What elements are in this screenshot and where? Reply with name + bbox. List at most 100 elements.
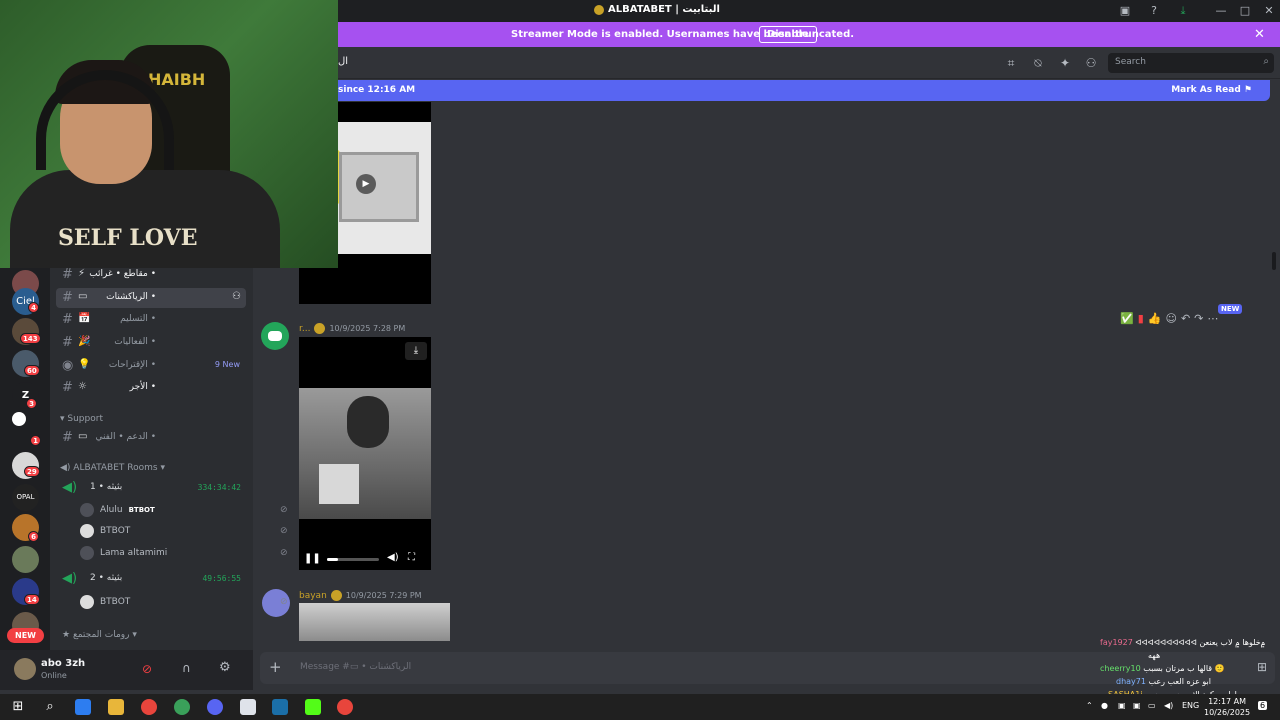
download-icon[interactable]: ⤓ bbox=[1176, 4, 1190, 18]
message-header: bayan 10/9/2025 7:29 PM bbox=[299, 590, 422, 601]
windows-start-icon[interactable]: ⊞ bbox=[10, 699, 26, 715]
new-servers-pill[interactable]: NEW bbox=[7, 628, 44, 643]
muted-icon: ⊘ bbox=[280, 505, 288, 515]
tray-chevron-icon[interactable]: ⌃ bbox=[1086, 701, 1093, 710]
person-image bbox=[347, 396, 389, 448]
tray-app-icon[interactable]: ▣ bbox=[1133, 701, 1141, 710]
video-frame bbox=[299, 388, 431, 519]
image-attachment[interactable] bbox=[299, 603, 450, 641]
video-progress[interactable] bbox=[327, 558, 379, 561]
channel-emoji-icon: 🎉 bbox=[78, 336, 91, 347]
more-icon[interactable]: ⋯ bbox=[1207, 312, 1218, 330]
category-rooms[interactable]: ◀) ALBATABET Rooms ▾ bbox=[60, 463, 165, 473]
steam-icon[interactable] bbox=[272, 699, 288, 715]
user-avatar bbox=[80, 524, 94, 538]
mark-as-read-button[interactable]: Mark As Read ⚑ bbox=[1171, 85, 1252, 95]
voice-user[interactable]: Lama altamimi bbox=[80, 546, 167, 560]
user-avatar[interactable] bbox=[14, 658, 36, 680]
app-icon[interactable] bbox=[240, 699, 256, 715]
fullscreen-icon[interactable]: ⛶ bbox=[408, 552, 415, 563]
stream-chat-overlay: fay1927 ᐊᐊᐊᐊᐊᐊᐊᐊᐊᐊ ۾خلوها ۾ لاب يعنعن هه… bbox=[1100, 636, 1275, 701]
channel-item[interactable]: # 🎉 الفعاليات • bbox=[56, 333, 246, 353]
kick-icon[interactable] bbox=[305, 699, 321, 715]
username[interactable]: abo 3zh bbox=[41, 658, 85, 669]
category-community[interactable]: ★ رومات المجتمع ▾ bbox=[62, 630, 137, 640]
play-icon[interactable]: ▶ bbox=[356, 174, 376, 194]
server-badge: 14 bbox=[24, 594, 40, 605]
channel-item[interactable]: ◉ 💡 الإقتراحات • 9 New bbox=[56, 356, 246, 376]
settings-icon[interactable]: ⚙ bbox=[219, 660, 231, 675]
category-support[interactable]: ▾ Support bbox=[60, 414, 103, 424]
file-explorer-icon[interactable] bbox=[108, 699, 124, 715]
search-input[interactable]: Search ⌕ bbox=[1108, 53, 1274, 73]
tray-mic-icon[interactable]: ● bbox=[1101, 701, 1108, 710]
reaction-icon[interactable]: ▮ bbox=[1138, 312, 1144, 330]
forward-icon[interactable]: ↷ bbox=[1194, 312, 1203, 330]
speaker-icon: ◀) bbox=[62, 571, 78, 586]
server-icon[interactable] bbox=[12, 546, 39, 573]
maximize-icon[interactable]: □ bbox=[1238, 4, 1252, 18]
check-reaction-icon[interactable]: ✅ bbox=[1120, 312, 1134, 330]
help-icon[interactable]: ? bbox=[1147, 4, 1161, 18]
search-icon[interactable]: ⌕ bbox=[42, 699, 58, 715]
channel-item[interactable]: # ⚡ مقاطع • غرائب • bbox=[56, 265, 246, 285]
new-since-label: since 12:16 AM bbox=[338, 85, 416, 95]
channel-item-selected[interactable]: # ▭ الرياكشنات • ⚇ bbox=[56, 288, 246, 308]
message-timestamp: 10/9/2025 7:28 PM bbox=[329, 324, 406, 333]
video-player[interactable]: ⤓ ❚❚ ◀) ⛶ bbox=[299, 337, 431, 570]
headphones-icon[interactable]: ∩ bbox=[182, 661, 191, 675]
close-banner-icon[interactable]: ✕ bbox=[1254, 27, 1265, 42]
voice-user[interactable]: BTBOT bbox=[80, 595, 130, 609]
close-window-icon[interactable]: ✕ bbox=[1262, 4, 1276, 18]
copilot-icon[interactable] bbox=[75, 699, 91, 715]
channel-name: الرياكشنات • bbox=[106, 292, 156, 302]
system-clock[interactable]: 12:17 AM 10/26/2025 bbox=[1204, 696, 1250, 718]
channel-emoji-icon: ☼ bbox=[78, 381, 87, 392]
discord-icon[interactable] bbox=[207, 699, 223, 715]
scrollbar-thumb[interactable] bbox=[1272, 252, 1276, 270]
tray-app-icon[interactable]: ▣ bbox=[1118, 701, 1126, 710]
discord-avatar[interactable] bbox=[261, 322, 289, 350]
taskbar: ⊞ ⌕ ⌃ ● ▣ ▣ ▭ ◀) ENG 12:17 AM 10/26/2025… bbox=[0, 694, 1280, 720]
tray-volume-icon[interactable]: ◀) bbox=[1164, 701, 1173, 710]
voice-user[interactable]: Alulu BTBOT bbox=[80, 503, 155, 517]
thumbs-up-icon[interactable]: 👍 bbox=[1148, 312, 1162, 330]
add-reaction-icon[interactable]: ☺ bbox=[1165, 312, 1176, 330]
notification-badge[interactable]: 6 bbox=[1258, 701, 1268, 710]
chrome-icon[interactable] bbox=[174, 699, 190, 715]
server-icon[interactable] bbox=[12, 412, 26, 426]
new-messages-bar[interactable]: since 12:16 AM Mark As Read ⚑ bbox=[330, 80, 1270, 101]
channel-item[interactable]: # 📅 التسليم • bbox=[56, 310, 246, 330]
reply-icon[interactable]: ↶ bbox=[1181, 312, 1190, 330]
voice-user[interactable]: BTBOT bbox=[80, 524, 130, 538]
add-member-icon[interactable]: ⚇ bbox=[232, 291, 241, 302]
server-icon[interactable]: OPAL bbox=[12, 484, 39, 511]
minimize-icon[interactable]: — bbox=[1214, 4, 1228, 18]
download-video-icon[interactable]: ⤓ bbox=[405, 342, 427, 360]
pause-icon[interactable]: ❚❚ bbox=[304, 553, 321, 564]
channel-title: ال bbox=[338, 56, 349, 67]
channel-item[interactable]: # ☼ الأجر • bbox=[56, 378, 246, 398]
chrome-icon[interactable] bbox=[141, 699, 157, 715]
message-author[interactable]: r... bbox=[299, 324, 310, 334]
channel-name: 2 • بثيثه bbox=[90, 573, 123, 583]
channel-name: الإقتراحات • bbox=[108, 360, 156, 370]
message-input[interactable]: Message #▭ • الرياكشنات bbox=[300, 662, 411, 672]
message-author[interactable]: bayan bbox=[299, 591, 327, 601]
notification-muted-icon[interactable]: ⍉ bbox=[1030, 56, 1046, 70]
threads-icon[interactable]: ⌗ bbox=[1003, 56, 1019, 70]
language-indicator[interactable]: ENG bbox=[1182, 701, 1199, 710]
disable-streamer-button[interactable]: Disable bbox=[759, 26, 817, 43]
inbox-icon[interactable]: ▣ bbox=[1118, 4, 1132, 18]
volume-icon[interactable]: ◀) bbox=[387, 552, 399, 563]
pin-icon[interactable]: ✦ bbox=[1057, 56, 1073, 70]
add-attachment-icon[interactable]: + bbox=[269, 658, 282, 676]
channel-item[interactable]: # ▭ الدعم • الفني • bbox=[56, 428, 246, 448]
mic-muted-icon[interactable]: ⊘ bbox=[142, 662, 152, 676]
members-icon[interactable]: ⚇ bbox=[1083, 56, 1099, 70]
chrome-icon[interactable] bbox=[337, 699, 353, 715]
server-badge: 6 bbox=[28, 531, 39, 542]
app-title: ALBATABET | البتابيت bbox=[594, 4, 720, 15]
channel-list: # ⚡ مقاطع • غرائب • # ▭ الرياكشنات • ⚇ #… bbox=[50, 265, 288, 650]
tray-network-icon[interactable]: ▭ bbox=[1148, 701, 1156, 710]
